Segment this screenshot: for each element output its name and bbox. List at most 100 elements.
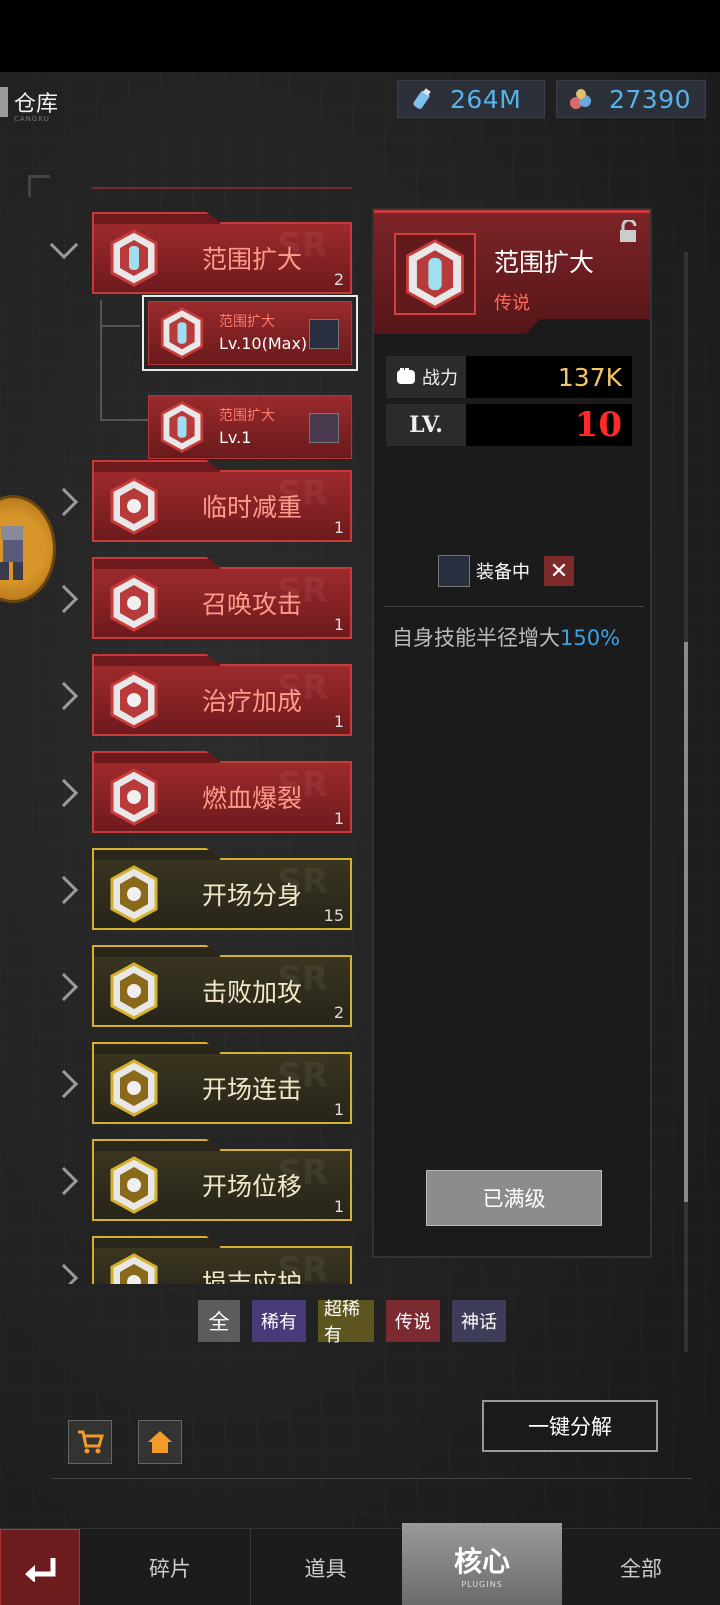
expand-chevron-icon[interactable] [49,1263,79,1284]
tab-fragments[interactable]: 碎片 [90,1529,250,1605]
core-emblem-icon [110,865,158,923]
core-emblem-icon [110,1059,158,1117]
back-button[interactable] [0,1529,80,1605]
expand-chevron-icon[interactable] [49,972,79,1002]
currency-gems-value: 27390 [609,84,692,114]
detail-name: 范围扩大 [494,248,595,277]
expand-chevron-icon[interactable] [49,875,79,905]
card-watermark: SR [277,1153,328,1193]
card-count: 1 [333,712,344,731]
card-watermark: SR [277,474,328,514]
level-label: LV. [386,404,466,446]
expand-chevron-icon[interactable] [49,584,79,614]
card-tab [92,848,222,860]
bottom-line [52,1478,692,1479]
filter-rare[interactable]: 稀有 [252,1300,306,1342]
filter-super-rare[interactable]: 超稀有 [318,1299,374,1346]
expand-chevron-icon[interactable] [49,778,79,808]
card-tab [92,654,222,666]
detail-panel: 范围扩大 传说 战力 137K LV. 10 装备中 ✕ 自身技能半径增大150… [372,208,652,1258]
detail-header: 范围扩大 传说 [374,210,650,334]
dragon-avatar-icon [438,555,470,587]
core-card[interactable]: 燃血爆裂 1 SR [92,751,352,833]
back-arrow-icon [25,1557,56,1582]
description-value: 150% [560,626,621,650]
power-value: 137K [557,362,622,392]
status-bar [0,0,720,72]
rarity-filters: 全 稀有 超稀有 传说 神话 [198,1299,506,1346]
tab-items[interactable]: 道具 [250,1529,400,1605]
tab-core-label: 核心 [453,1545,510,1578]
card-tab [92,1236,222,1248]
card-count: 15 [323,906,344,925]
card-watermark: SR [277,765,328,805]
expand-chevron-icon[interactable] [49,1166,79,1196]
range-expand-emblem-icon [394,233,476,315]
card-tab [92,460,222,472]
bottom-nav: 碎片 道具 核心 PLUGINS 全部 [0,1523,720,1605]
card-watermark: SR [277,668,328,708]
scrollbar-thumb[interactable] [684,642,688,1202]
card-count: 1 [333,1100,344,1119]
expand-chevron-icon[interactable] [49,1069,79,1099]
core-emblem-icon [110,574,158,632]
gem-pile-icon [570,89,591,109]
core-emblem-icon [110,1156,158,1214]
power-label: 战力 [386,356,466,398]
potion-bottle-icon [413,88,431,109]
fist-icon [397,368,415,384]
card-watermark: SR [277,571,328,611]
tab-core[interactable]: 核心 PLUGINS [402,1523,562,1605]
expand-chevron-icon[interactable] [49,681,79,711]
core-card[interactable]: 召唤攻击 1 SR [92,557,352,639]
core-card[interactable]: 损吉应护 SR [92,1236,352,1284]
core-emblem-icon [110,768,158,826]
level-value: 10 [574,405,622,445]
cart-icon [78,1430,104,1454]
home-button[interactable] [138,1420,182,1464]
core-emblem-icon [110,477,158,535]
power-label-text: 战力 [422,368,458,389]
card-tab [92,1139,222,1151]
card-count: 2 [333,1003,344,1022]
skill-description: 自身技能半径增大150% [392,622,632,655]
shop-button[interactable] [68,1420,112,1464]
house-icon [148,1431,172,1453]
card-count: 1 [333,809,344,828]
core-card[interactable]: 临时减重 1 SR [92,460,352,542]
card-watermark: SR [277,959,328,999]
core-card[interactable]: 治疗加成 1 SR [92,654,352,736]
filter-legend[interactable]: 传说 [386,1300,440,1342]
core-emblem-icon [110,1253,158,1284]
decompose-all-button[interactable]: 一键分解 [482,1400,658,1452]
warehouse-screen: 仓库 CANGKU 264M 27390 范围扩大 2 SR 范围扩大 Lv.1… [0,72,720,1605]
panel-divider [384,606,644,607]
max-level-button[interactable]: 已满级 [426,1170,602,1226]
filter-myth[interactable]: 神话 [452,1300,506,1342]
filter-all[interactable]: 全 [198,1300,240,1342]
currency-bottles[interactable]: 264M [397,80,545,118]
card-count: 1 [333,518,344,537]
core-card[interactable]: 击败加攻 2 SR [92,945,352,1027]
core-card[interactable]: 开场位移 1 SR [92,1139,352,1221]
currency-bottles-value: 264M [450,84,522,114]
equipped-status: 装备中 ✕ [438,554,574,588]
card-tab [92,557,222,569]
core-emblem-icon [110,671,158,729]
currency-gems[interactable]: 27390 [556,80,706,118]
card-tab [92,1042,222,1054]
core-card[interactable]: 开场分身 15 SR [92,848,352,930]
unlock-icon[interactable] [618,220,640,244]
card-watermark: SR [277,1056,328,1096]
unequip-button[interactable]: ✕ [544,556,574,586]
card-count: 1 [333,1197,344,1216]
card-watermark: SR [277,862,328,902]
tab-core-sub: PLUGINS [461,1580,503,1589]
expand-chevron-icon[interactable] [49,487,79,517]
card-tab [92,751,222,763]
description-text: 自身技能半径增大 [392,626,560,650]
detail-rarity: 传说 [494,293,530,314]
tab-all[interactable]: 全部 [562,1529,720,1605]
core-card[interactable]: 开场连击 1 SR [92,1042,352,1124]
card-count: 1 [333,615,344,634]
